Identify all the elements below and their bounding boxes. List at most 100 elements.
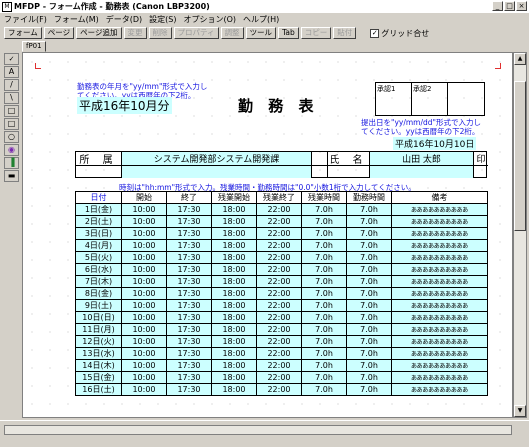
table-cell[interactable]: 18:00 [211, 251, 257, 264]
menu-file[interactable]: ファイル(F) [4, 14, 47, 25]
table-cell[interactable]: ああああああああああ [391, 299, 488, 312]
table-cell[interactable]: 7.0h [301, 215, 347, 228]
table-cell[interactable]: 17:30 [166, 227, 212, 240]
form-button[interactable]: フォーム [4, 27, 42, 39]
name-field[interactable]: 山田 太郎 [370, 152, 474, 166]
table-cell[interactable]: 11日(月) [75, 323, 122, 336]
tab-button[interactable]: Tab [278, 27, 299, 39]
table-cell[interactable]: 17:30 [166, 323, 212, 336]
table-cell[interactable]: 16日(土) [75, 383, 122, 396]
table-cell[interactable]: 7.0h [301, 323, 347, 336]
form-canvas[interactable]: 勤務表の年月を"yy/mm"形式で入力し てください。yyは西暦年の下2桁。 平… [22, 52, 513, 418]
paste-button[interactable]: 貼付 [333, 27, 357, 39]
table-cell[interactable]: 7.0h [346, 239, 392, 252]
properties-button[interactable]: プロパティ [173, 27, 219, 39]
table-cell[interactable]: 10:00 [121, 275, 167, 288]
table-cell[interactable]: 17:30 [166, 239, 212, 252]
table-cell[interactable]: 17:30 [166, 359, 212, 372]
table-cell[interactable]: 7.0h [301, 287, 347, 300]
table-cell[interactable]: 22:00 [256, 347, 302, 360]
page-button[interactable]: ページ [43, 27, 75, 39]
table-cell[interactable]: 7.0h [346, 263, 392, 276]
table-cell[interactable]: 10:00 [121, 335, 167, 348]
table-cell[interactable]: 22:00 [256, 239, 302, 252]
table-cell[interactable]: 7.0h [346, 275, 392, 288]
table-cell[interactable]: 6日(水) [75, 263, 122, 276]
copy-button[interactable]: コピー [300, 27, 332, 39]
table-cell[interactable]: 10:00 [121, 311, 167, 324]
table-cell[interactable]: 18:00 [211, 335, 257, 348]
table-cell[interactable]: 22:00 [256, 335, 302, 348]
table-cell[interactable]: 18:00 [211, 239, 257, 252]
table-cell[interactable]: 10:00 [121, 251, 167, 264]
table-cell[interactable]: ああああああああああ [391, 335, 488, 348]
scroll-up-icon[interactable]: ▲ [514, 53, 526, 65]
table-cell[interactable]: 18:00 [211, 359, 257, 372]
line-width-tool-icon[interactable]: ▬ [4, 170, 19, 182]
table-cell[interactable]: 22:00 [256, 203, 302, 216]
table-cell[interactable]: 7.0h [346, 359, 392, 372]
menu-data[interactable]: データ(D) [106, 14, 142, 25]
table-cell[interactable]: 10:00 [121, 287, 167, 300]
table-cell[interactable]: 22:00 [256, 263, 302, 276]
table-cell[interactable]: 5日(火) [75, 251, 122, 264]
table-cell[interactable]: 7.0h [301, 239, 347, 252]
table-cell[interactable]: 7.0h [301, 203, 347, 216]
grid-align-checkbox[interactable]: ✓ グリッド合せ [370, 28, 429, 39]
table-cell[interactable]: 17:30 [166, 287, 212, 300]
delete-button[interactable]: 削除 [148, 27, 172, 39]
table-cell[interactable]: 22:00 [256, 359, 302, 372]
rectangle-tool-icon[interactable]: □ [4, 105, 19, 117]
table-cell[interactable]: ああああああああああ [391, 239, 488, 252]
scroll-thumb[interactable] [514, 81, 526, 231]
table-cell[interactable]: 7.0h [346, 335, 392, 348]
menu-form[interactable]: フォーム(M) [54, 14, 99, 25]
table-cell[interactable]: 10:00 [121, 347, 167, 360]
fill-tool-icon[interactable]: ▐ [4, 157, 19, 169]
table-cell[interactable]: 10:00 [121, 263, 167, 276]
table-cell[interactable]: 9日(土) [75, 299, 122, 312]
table-cell[interactable]: 7.0h [301, 251, 347, 264]
table-cell[interactable]: 12日(火) [75, 335, 122, 348]
table-cell[interactable]: 10:00 [121, 383, 167, 396]
table-cell[interactable]: 17:30 [166, 215, 212, 228]
table-cell[interactable]: 17:30 [166, 251, 212, 264]
table-cell[interactable]: 22:00 [256, 215, 302, 228]
scroll-down-icon[interactable]: ▼ [514, 405, 526, 417]
table-cell[interactable]: 7.0h [301, 383, 347, 396]
pen-tool-icon[interactable]: / [4, 79, 19, 91]
table-cell[interactable]: ああああああああああ [391, 251, 488, 264]
submit-date-field[interactable]: 平成16年10月10日 [393, 137, 477, 150]
table-cell[interactable]: 13日(水) [75, 347, 122, 360]
table-cell[interactable]: 8日(金) [75, 287, 122, 300]
tools-button[interactable]: ツール [245, 27, 277, 39]
table-cell[interactable]: 14日(木) [75, 359, 122, 372]
table-cell[interactable]: 1日(金) [75, 203, 122, 216]
table-cell[interactable]: 18:00 [211, 215, 257, 228]
table-cell[interactable]: ああああああああああ [391, 323, 488, 336]
table-cell[interactable]: 7.0h [301, 299, 347, 312]
table-cell[interactable]: 10:00 [121, 371, 167, 384]
table-cell[interactable]: 7.0h [301, 347, 347, 360]
table-cell[interactable]: 7.0h [346, 347, 392, 360]
table-cell[interactable]: 22:00 [256, 299, 302, 312]
table-cell[interactable]: 10:00 [121, 227, 167, 240]
table-cell[interactable]: 7.0h [346, 287, 392, 300]
table-cell[interactable]: 18:00 [211, 323, 257, 336]
table-cell[interactable]: ああああああああああ [391, 275, 488, 288]
table-cell[interactable]: 22:00 [256, 251, 302, 264]
table-cell[interactable]: ああああああああああ [391, 347, 488, 360]
table-cell[interactable]: 18:00 [211, 287, 257, 300]
tab-fp01[interactable]: fP01 [22, 41, 46, 52]
table-cell[interactable]: 17:30 [166, 371, 212, 384]
menu-options[interactable]: オプション(O) [183, 14, 236, 25]
table-cell[interactable]: 15日(金) [75, 371, 122, 384]
table-cell[interactable]: ああああああああああ [391, 215, 488, 228]
table-cell[interactable]: 22:00 [256, 227, 302, 240]
table-cell[interactable]: 10:00 [121, 203, 167, 216]
table-cell[interactable]: 7.0h [301, 335, 347, 348]
table-cell[interactable]: 7.0h [301, 275, 347, 288]
table-cell[interactable]: 7.0h [301, 311, 347, 324]
adjust-button[interactable]: 調整 [220, 27, 244, 39]
table-cell[interactable]: 7.0h [346, 203, 392, 216]
